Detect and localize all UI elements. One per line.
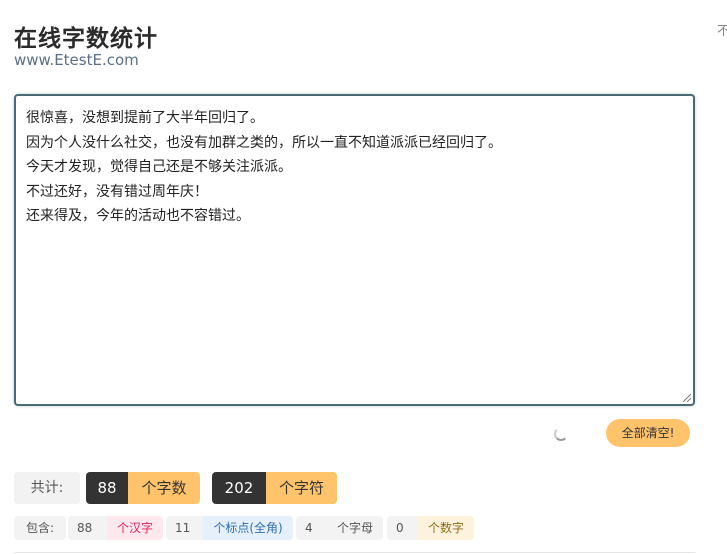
breakdown-label: 包含: [14, 516, 66, 540]
char-count-stat: 88 个字数 [86, 472, 200, 504]
text-input-area[interactable]: 很惊喜，没想到提前了大半年回归了。 因为个人没什么社交，也没有加群之类的，所以一… [14, 94, 695, 406]
clipped-edge-text: 不 [717, 24, 727, 39]
char-count-value: 88 [86, 472, 128, 504]
clear-all-button[interactable]: 全部清空! [606, 419, 690, 447]
chip-unit: 个数字 [418, 516, 474, 540]
divider [14, 552, 695, 553]
editor-line: 今天才发现，觉得自己还是不够关注派派。 [26, 159, 292, 175]
chip-value: 4 [296, 516, 327, 540]
symbol-count-unit: 个字符 [266, 472, 337, 504]
chip-value: 0 [387, 516, 418, 540]
editor-line: 不过还好，没有错过周年庆！ [26, 183, 208, 200]
chip-value: 88 [68, 516, 107, 540]
chip-unit: 个标点(全角) [203, 516, 293, 540]
letter-chip: 4 个字母 [296, 516, 383, 540]
loading-spinner-icon [554, 427, 568, 441]
editor-line: 因为个人没什么社交，也没有加群之类的，所以一直不知道派派已经回归了。 [26, 134, 502, 151]
resize-grip-icon[interactable] [682, 393, 691, 402]
chip-unit: 个汉字 [107, 516, 163, 540]
chinese-char-chip: 88 个汉字 [68, 516, 163, 540]
chip-unit: 个字母 [327, 516, 383, 540]
editor-line: 还来得及，今年的活动也不容错过。 [26, 208, 250, 224]
site-url[interactable]: www.EtestE.com [14, 51, 139, 69]
char-count-unit: 个字数 [128, 472, 200, 504]
punctuation-chip: 11 个标点(全角) [166, 516, 293, 540]
editor-line: 很惊喜，没想到提前了大半年回归了。 [26, 110, 264, 126]
chip-value: 11 [166, 516, 203, 540]
symbol-count-value: 202 [212, 472, 266, 504]
totals-label: 共计: [14, 472, 80, 504]
digit-chip: 0 个数字 [387, 516, 474, 540]
symbol-count-stat: 202 个字符 [212, 472, 337, 504]
page-title: 在线字数统计 [14, 26, 158, 52]
